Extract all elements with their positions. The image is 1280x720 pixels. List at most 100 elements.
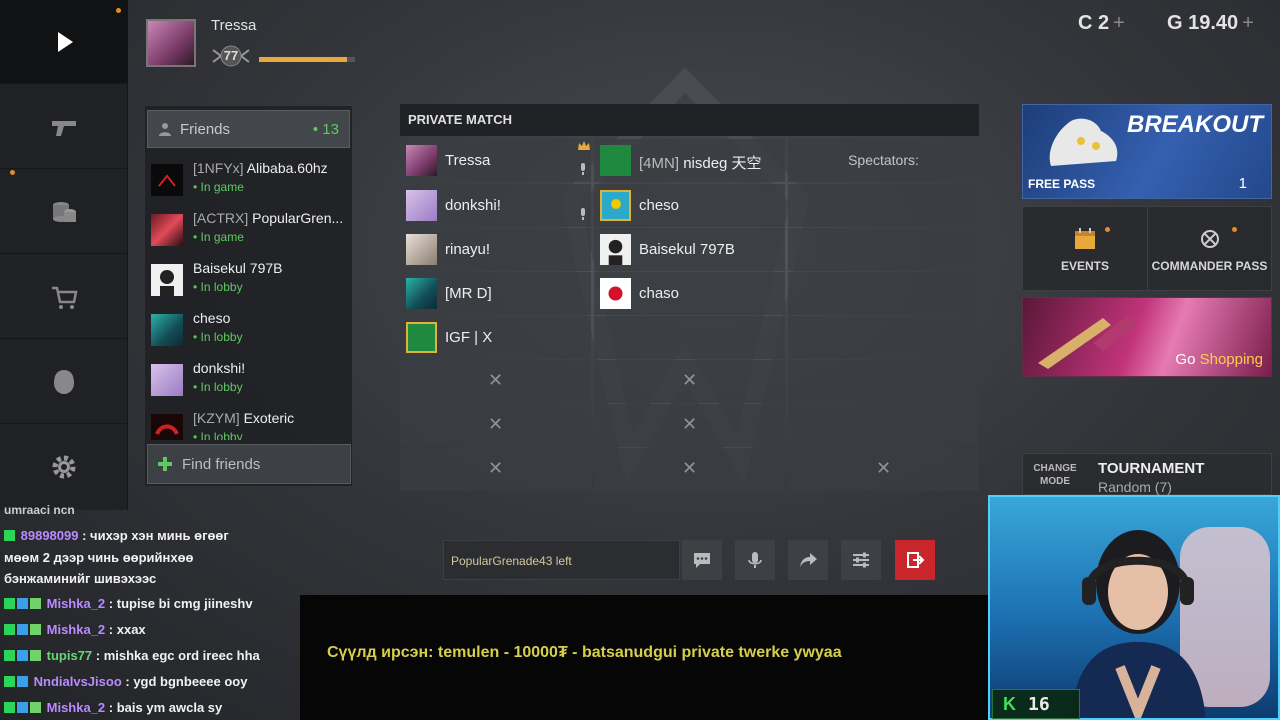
chat-user: Mishka_2: [46, 700, 106, 715]
spectator-slot[interactable]: [788, 360, 979, 403]
shop-shopping-label: Shopping: [1199, 351, 1263, 368]
xp-bar: [259, 57, 355, 62]
friend-item[interactable]: Baisekul 797B • In lobby: [151, 256, 351, 302]
nav-armor-button[interactable]: [0, 340, 128, 424]
close-icon: ✕: [487, 370, 504, 390]
friend-name: Alibaba.60hz: [246, 160, 328, 176]
sub-badge-icon: [4, 598, 15, 609]
flag-saudi-icon: [600, 145, 631, 176]
nav-settings-button[interactable]: [0, 425, 128, 509]
flag-japan-icon: [600, 278, 631, 309]
avatar: [600, 234, 631, 265]
team-b-empty-slot[interactable]: ✕: [594, 448, 785, 491]
nav-weapons-button[interactable]: [0, 85, 128, 169]
gift-badge-icon: [30, 598, 41, 609]
g-currency[interactable]: G 19.40 +: [1167, 12, 1254, 35]
glove-icon: [1049, 118, 1118, 166]
close-icon: ✕: [875, 458, 892, 478]
clan-tag: [ACTRX]: [193, 210, 249, 226]
level-badge: 77: [211, 44, 251, 68]
team-b-slot[interactable]: Baisekul 797B: [594, 228, 785, 271]
clan-tag: [1NFYx]: [193, 160, 244, 176]
spectator-slot[interactable]: [788, 316, 979, 359]
avatar: [151, 314, 183, 346]
free-pass-label: FREE PASS: [1028, 177, 1096, 191]
notification-dot: [116, 8, 121, 13]
tournament-mode-panel[interactable]: CHANGE MODE TOURNAMENT Random (7): [1022, 453, 1272, 495]
team-b-slot[interactable]: [4MN] nisdeg 天空: [594, 139, 785, 182]
level-number: 77: [223, 48, 239, 63]
friend-item[interactable]: [ACTRX] PopularGren... • In game: [151, 206, 351, 252]
sub-counter: K 16: [992, 689, 1080, 719]
team-a-empty-slot[interactable]: ✕: [400, 448, 591, 491]
go-shopping-banner[interactable]: Go Shopping: [1022, 297, 1272, 377]
team-a-slot[interactable]: rinayu!: [400, 228, 591, 271]
chat-button[interactable]: [682, 540, 722, 580]
player-avatar[interactable]: [146, 19, 196, 67]
team-b-empty-slot[interactable]: ✕: [594, 360, 785, 403]
spectators-header: Spectators:: [788, 139, 979, 182]
team-a-slot[interactable]: Tressa: [400, 139, 591, 182]
notification-dot: [1105, 227, 1110, 232]
friend-item[interactable]: [KZYM] Exoteric • In lobby: [151, 406, 351, 440]
spectator-slot[interactable]: [788, 228, 979, 271]
team-b-empty-slot[interactable]: [594, 316, 785, 359]
voice-button[interactable]: [735, 540, 775, 580]
armor-icon: [54, 369, 74, 394]
team-a-slot[interactable]: donkshi!: [400, 184, 591, 227]
spectator-slot[interactable]: [788, 404, 979, 447]
sub-badge-icon: [4, 650, 15, 661]
spectator-slot[interactable]: [788, 272, 979, 315]
friends-header[interactable]: Friends • 13: [147, 110, 350, 148]
team-b-slot[interactable]: chaso: [594, 272, 785, 315]
nav-shop-button[interactable]: [0, 255, 128, 339]
g-add-icon[interactable]: +: [1242, 12, 1254, 34]
streamer-figure: [1070, 527, 1270, 718]
match-settings-button[interactable]: [841, 540, 881, 580]
find-friends-label: Find friends: [182, 455, 261, 473]
avatar: [151, 414, 183, 440]
friend-item[interactable]: donkshi! • In lobby: [151, 356, 351, 402]
commander-pass-label: COMMANDER PASS: [1151, 259, 1268, 273]
team-a-slot[interactable]: [MR D]: [400, 272, 591, 315]
friend-status: • In lobby: [193, 280, 243, 294]
vip-badge-icon: [17, 624, 28, 635]
sliders-icon: [853, 552, 869, 568]
find-friends-button[interactable]: Find friends: [147, 444, 351, 484]
change-mode-button[interactable]: CHANGE MODE: [1031, 462, 1079, 488]
commander-pass-button[interactable]: COMMANDER PASS: [1147, 207, 1271, 292]
c-add-icon[interactable]: +: [1113, 12, 1125, 34]
player-name: IGF | X: [445, 329, 493, 346]
friend-item[interactable]: cheso • In lobby: [151, 306, 351, 352]
sub-badge-icon: [4, 676, 15, 687]
player-name: Tressa: [211, 17, 257, 34]
chat-user: tupis77: [46, 648, 93, 663]
private-match-panel: PRIVATE MATCH Tressa donkshi! rinayu! [M…: [400, 104, 979, 491]
kick-icon: K: [1003, 693, 1016, 714]
player-name: chaso: [639, 285, 680, 302]
sub-badge-icon: [4, 702, 15, 713]
team-a-empty-slot[interactable]: ✕: [400, 404, 591, 447]
spectator-slot[interactable]: [788, 184, 979, 227]
chat-line: 89898099 : чихэр хэн минь өгөөг: [4, 528, 229, 543]
invite-button[interactable]: [788, 540, 828, 580]
team-b-empty-slot[interactable]: ✕: [594, 404, 785, 447]
leave-match-button[interactable]: [895, 540, 935, 580]
c-currency[interactable]: C 2 +: [1078, 12, 1125, 35]
microphone-icon: [748, 552, 762, 568]
friend-status: • In lobby: [193, 330, 243, 344]
spectator-empty-slot[interactable]: ✕: [788, 448, 979, 491]
team-a-empty-slot[interactable]: ✕: [400, 360, 591, 403]
breakout-pass-banner[interactable]: BREAKOUT FREE PASS 1: [1022, 104, 1272, 199]
play-icon: [58, 31, 73, 52]
nav-coins-button[interactable]: [0, 170, 128, 254]
team-b-slot[interactable]: cheso: [594, 184, 785, 227]
vip-badge-icon: [17, 702, 28, 713]
events-button[interactable]: EVENTS: [1023, 207, 1147, 292]
friend-status: • In lobby: [193, 380, 243, 394]
chat-line: Mishka_2 : tupise bi cmg jiineshv: [4, 596, 253, 611]
nav-play-button[interactable]: [0, 0, 128, 84]
team-a-slot[interactable]: IGF | X: [400, 316, 591, 359]
friend-item[interactable]: [1NFYx] Alibaba.60hz • In game: [151, 156, 351, 202]
shop-go-label: Go: [1175, 351, 1196, 368]
